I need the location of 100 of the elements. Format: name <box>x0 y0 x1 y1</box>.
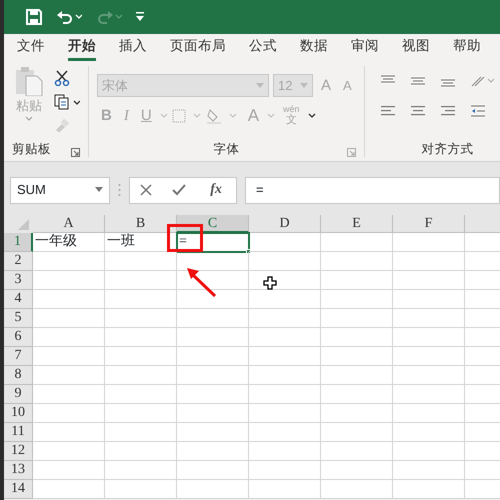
table-cell <box>321 290 393 309</box>
ribbon-tab[interactable]: 插入 <box>119 34 147 58</box>
table-cell <box>393 328 465 347</box>
row-header[interactable]: 2 <box>4 252 33 271</box>
table-cell <box>321 233 393 252</box>
copy-icon[interactable] <box>54 94 80 110</box>
name-box[interactable]: SUM <box>10 176 110 204</box>
ribbon-tab[interactable]: 开始 <box>68 34 96 61</box>
table-cell <box>393 480 465 499</box>
row-header[interactable]: 11 <box>4 423 33 442</box>
table-cell <box>321 328 393 347</box>
caret-icon[interactable] <box>308 112 316 118</box>
table-cell <box>177 480 249 499</box>
table-cell <box>33 309 105 328</box>
caret-icon <box>300 82 308 88</box>
row-header[interactable]: 12 <box>4 442 33 461</box>
launcher-icon[interactable] <box>71 148 80 157</box>
align-center-icon[interactable] <box>410 104 425 118</box>
table-cell <box>177 423 249 442</box>
table-cell <box>249 290 321 309</box>
table-cell <box>105 271 177 290</box>
ribbon-tab[interactable]: 数据 <box>300 34 328 58</box>
row-header[interactable]: 13 <box>4 461 33 480</box>
table-cell <box>321 347 393 366</box>
table-cell <box>321 271 393 290</box>
align-left-icon[interactable] <box>380 104 395 118</box>
table-cell <box>321 480 393 499</box>
row-header[interactable]: 10 <box>4 404 33 423</box>
decrease-indent-icon[interactable] <box>470 104 485 118</box>
align-right-icon[interactable] <box>440 104 455 118</box>
table-cell <box>105 366 177 385</box>
table-cell <box>393 366 465 385</box>
table-cell <box>249 423 321 442</box>
table-cell <box>249 480 321 499</box>
table-cell <box>393 423 465 442</box>
orientation-icon[interactable] <box>470 74 495 88</box>
table-cell <box>321 385 393 404</box>
table-cell <box>249 366 321 385</box>
table-cell <box>33 480 105 499</box>
table-cell <box>177 442 249 461</box>
column-header[interactable]: E <box>321 215 393 233</box>
table-cell <box>249 347 321 366</box>
ribbon-tab[interactable]: 公式 <box>249 34 277 58</box>
table-cell <box>249 309 321 328</box>
table-cell <box>249 385 321 404</box>
save-icon[interactable] <box>26 9 42 25</box>
ribbon-tab[interactable]: 帮助 <box>453 34 481 58</box>
column-header[interactable]: F <box>393 215 465 233</box>
table-cell <box>321 461 393 480</box>
table-cell <box>249 404 321 423</box>
scissors-icon[interactable] <box>54 70 70 86</box>
caret-icon <box>95 187 103 193</box>
ribbon-tab[interactable]: 审阅 <box>351 34 379 58</box>
table-cell <box>105 442 177 461</box>
highlight-box <box>167 224 203 252</box>
table-cell <box>105 252 177 271</box>
column-header[interactable]: A <box>33 215 105 233</box>
column-header[interactable]: D <box>249 215 321 233</box>
table-cell <box>249 252 321 271</box>
table-cell <box>105 461 177 480</box>
row-header[interactable]: 3 <box>4 271 33 290</box>
table-cell <box>249 233 321 252</box>
ribbon-tab[interactable]: 视图 <box>402 34 430 58</box>
row-header[interactable]: 7 <box>4 347 33 366</box>
border-icon[interactable] <box>172 108 202 122</box>
active-cell[interactable]: = <box>177 233 249 252</box>
row-header[interactable]: 1 <box>4 233 33 252</box>
row-header[interactable]: 6 <box>4 328 33 347</box>
table-cell <box>393 290 465 309</box>
table-cell <box>321 252 393 271</box>
table-cell <box>177 385 249 404</box>
row-header[interactable]: 9 <box>4 385 33 404</box>
table-cell <box>105 309 177 328</box>
table-cell <box>33 423 105 442</box>
row-header[interactable]: 8 <box>4 366 33 385</box>
table-cell <box>105 385 177 404</box>
table-cell <box>105 480 177 499</box>
formula-field[interactable]: = <box>245 176 500 204</box>
row-header[interactable]: 14 <box>4 480 33 499</box>
annotation-arrow <box>184 265 218 299</box>
column-header[interactable]: B <box>105 215 177 233</box>
customize-icon[interactable] <box>136 12 144 22</box>
group-label: 字体 <box>213 141 240 157</box>
table-cell <box>33 252 105 271</box>
ribbon-tab[interactable]: 文件 <box>17 34 45 58</box>
check-icon[interactable] <box>172 184 186 196</box>
insert-function-button[interactable]: fx <box>206 180 226 200</box>
row-header[interactable]: 4 <box>4 290 33 309</box>
ribbon-tab[interactable]: 页面布局 <box>170 34 226 58</box>
table-cell <box>105 328 177 347</box>
table-cell <box>393 442 465 461</box>
table-cell <box>393 461 465 480</box>
table-cell <box>393 347 465 366</box>
table-cell <box>177 309 249 328</box>
row-header[interactable]: 5 <box>4 309 33 328</box>
cancel-icon[interactable] <box>140 184 152 196</box>
table-cell <box>177 366 249 385</box>
table-cell <box>249 461 321 480</box>
table-cell <box>393 385 465 404</box>
undo-icon[interactable] <box>56 9 82 25</box>
